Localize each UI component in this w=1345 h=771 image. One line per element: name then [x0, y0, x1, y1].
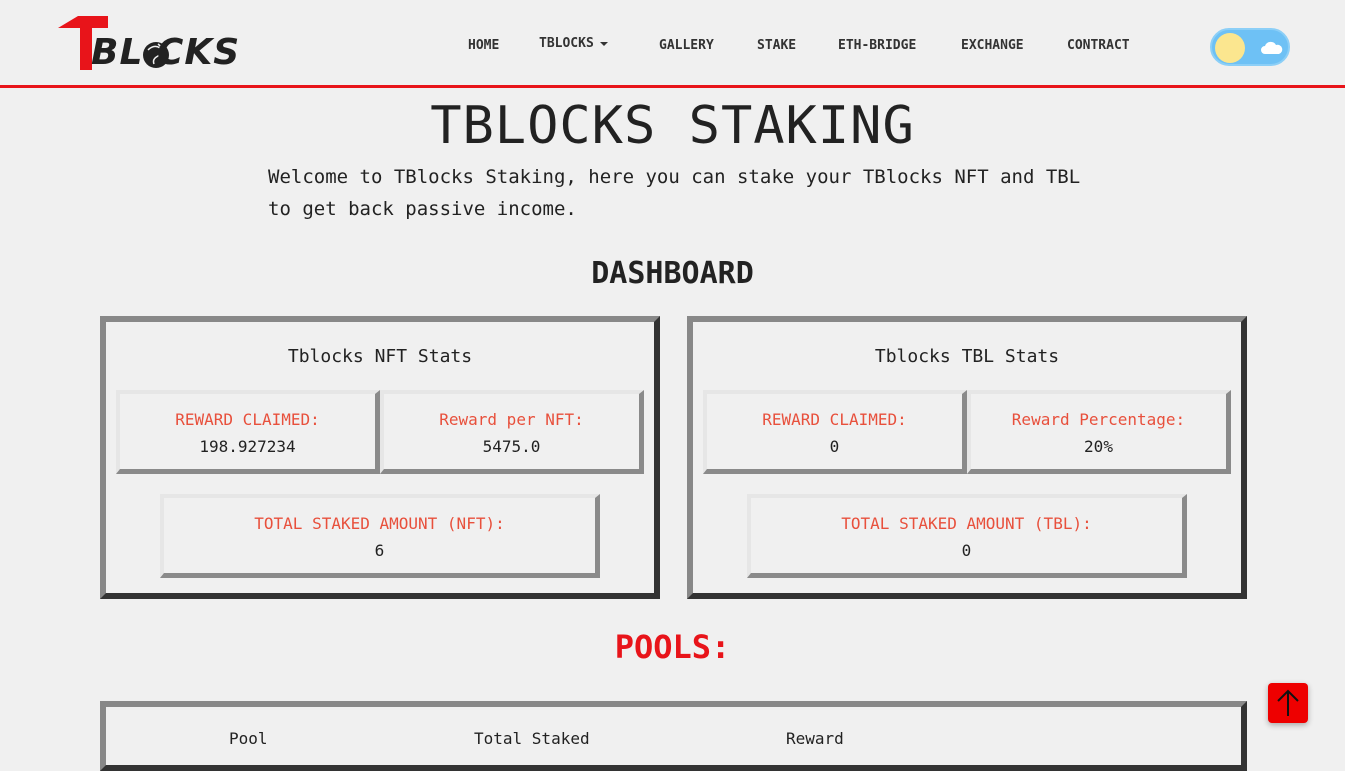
stat-value: 0 [829, 437, 840, 456]
nav-tblocks-label: TBLOCKS [539, 36, 594, 51]
intro-text: Welcome to TBlocks Staking, here you can… [268, 166, 1081, 220]
stat-label: REWARD CLAIMED: [762, 410, 907, 429]
theme-toggle[interactable] [1210, 28, 1290, 66]
cloud-icon [1261, 41, 1283, 54]
nav-stake[interactable]: STAKE [757, 38, 796, 53]
nav-exchange[interactable]: EXCHANGE [961, 38, 1024, 53]
sun-icon [1215, 33, 1245, 63]
tbl-reward-claimed-card: REWARD CLAIMED: 0 [703, 390, 967, 474]
nav-gallery[interactable]: GALLERY [659, 38, 714, 53]
chevron-down-icon [599, 41, 608, 46]
site-header: BL CKS HOME TBLOCKS GALLERY STAKE ETH-BR… [0, 0, 1345, 88]
nft-panel-title: Tblocks NFT Stats [287, 346, 473, 367]
stat-value: 20% [1084, 437, 1113, 456]
nft-total-staked-card: TOTAL STAKED AMOUNT (NFT): 6 [160, 494, 600, 578]
tbl-total-staked-card: TOTAL STAKED AMOUNT (TBL): 0 [747, 494, 1187, 578]
stat-label: TOTAL STAKED AMOUNT (TBL): [841, 514, 1092, 533]
nav-eth-bridge[interactable]: ETH-BRIDGE [838, 38, 916, 53]
nav-contract[interactable]: CONTRACT [1067, 38, 1130, 53]
stat-label: Reward Percentage: [1011, 410, 1186, 429]
page-title: TBLOCKS STAKING [430, 96, 915, 156]
dashboard-title: DASHBOARD [591, 256, 754, 291]
main-nav: HOME TBLOCKS GALLERY STAKE ETH-BRIDGE EX… [0, 36, 1345, 58]
tbl-reward-percentage-card: Reward Percentage: 20% [967, 390, 1231, 474]
stat-label: REWARD CLAIMED: [175, 410, 320, 429]
column-header-pool: Pool [229, 729, 268, 748]
nav-home[interactable]: HOME [468, 38, 499, 53]
tbl-stats-panel: Tblocks TBL Stats REWARD CLAIMED: 0 Rewa… [687, 316, 1247, 599]
stat-value: 6 [374, 541, 385, 560]
pools-table: Pool Total Staked Reward [100, 701, 1247, 771]
nft-reward-claimed-card: REWARD CLAIMED: 198.927234 [116, 390, 380, 474]
nft-stats-panel: Tblocks NFT Stats REWARD CLAIMED: 198.92… [100, 316, 660, 599]
stat-label: TOTAL STAKED AMOUNT (NFT): [254, 514, 505, 533]
pools-title: POOLS: [614, 628, 731, 666]
nav-tblocks-dropdown[interactable]: TBLOCKS [539, 36, 608, 51]
nft-reward-per-card: Reward per NFT: 5475.0 [380, 390, 644, 474]
stat-value: 198.927234 [199, 437, 296, 456]
back-to-top-button[interactable] [1268, 683, 1308, 723]
stat-value: 5475.0 [482, 437, 541, 456]
stat-label: Reward per NFT: [439, 410, 584, 429]
arrow-up-icon [1277, 689, 1299, 716]
stat-value: 0 [961, 541, 972, 560]
tbl-panel-title: Tblocks TBL Stats [874, 346, 1060, 367]
column-header-total-staked: Total Staked [474, 729, 590, 748]
column-header-reward: Reward [786, 729, 844, 748]
